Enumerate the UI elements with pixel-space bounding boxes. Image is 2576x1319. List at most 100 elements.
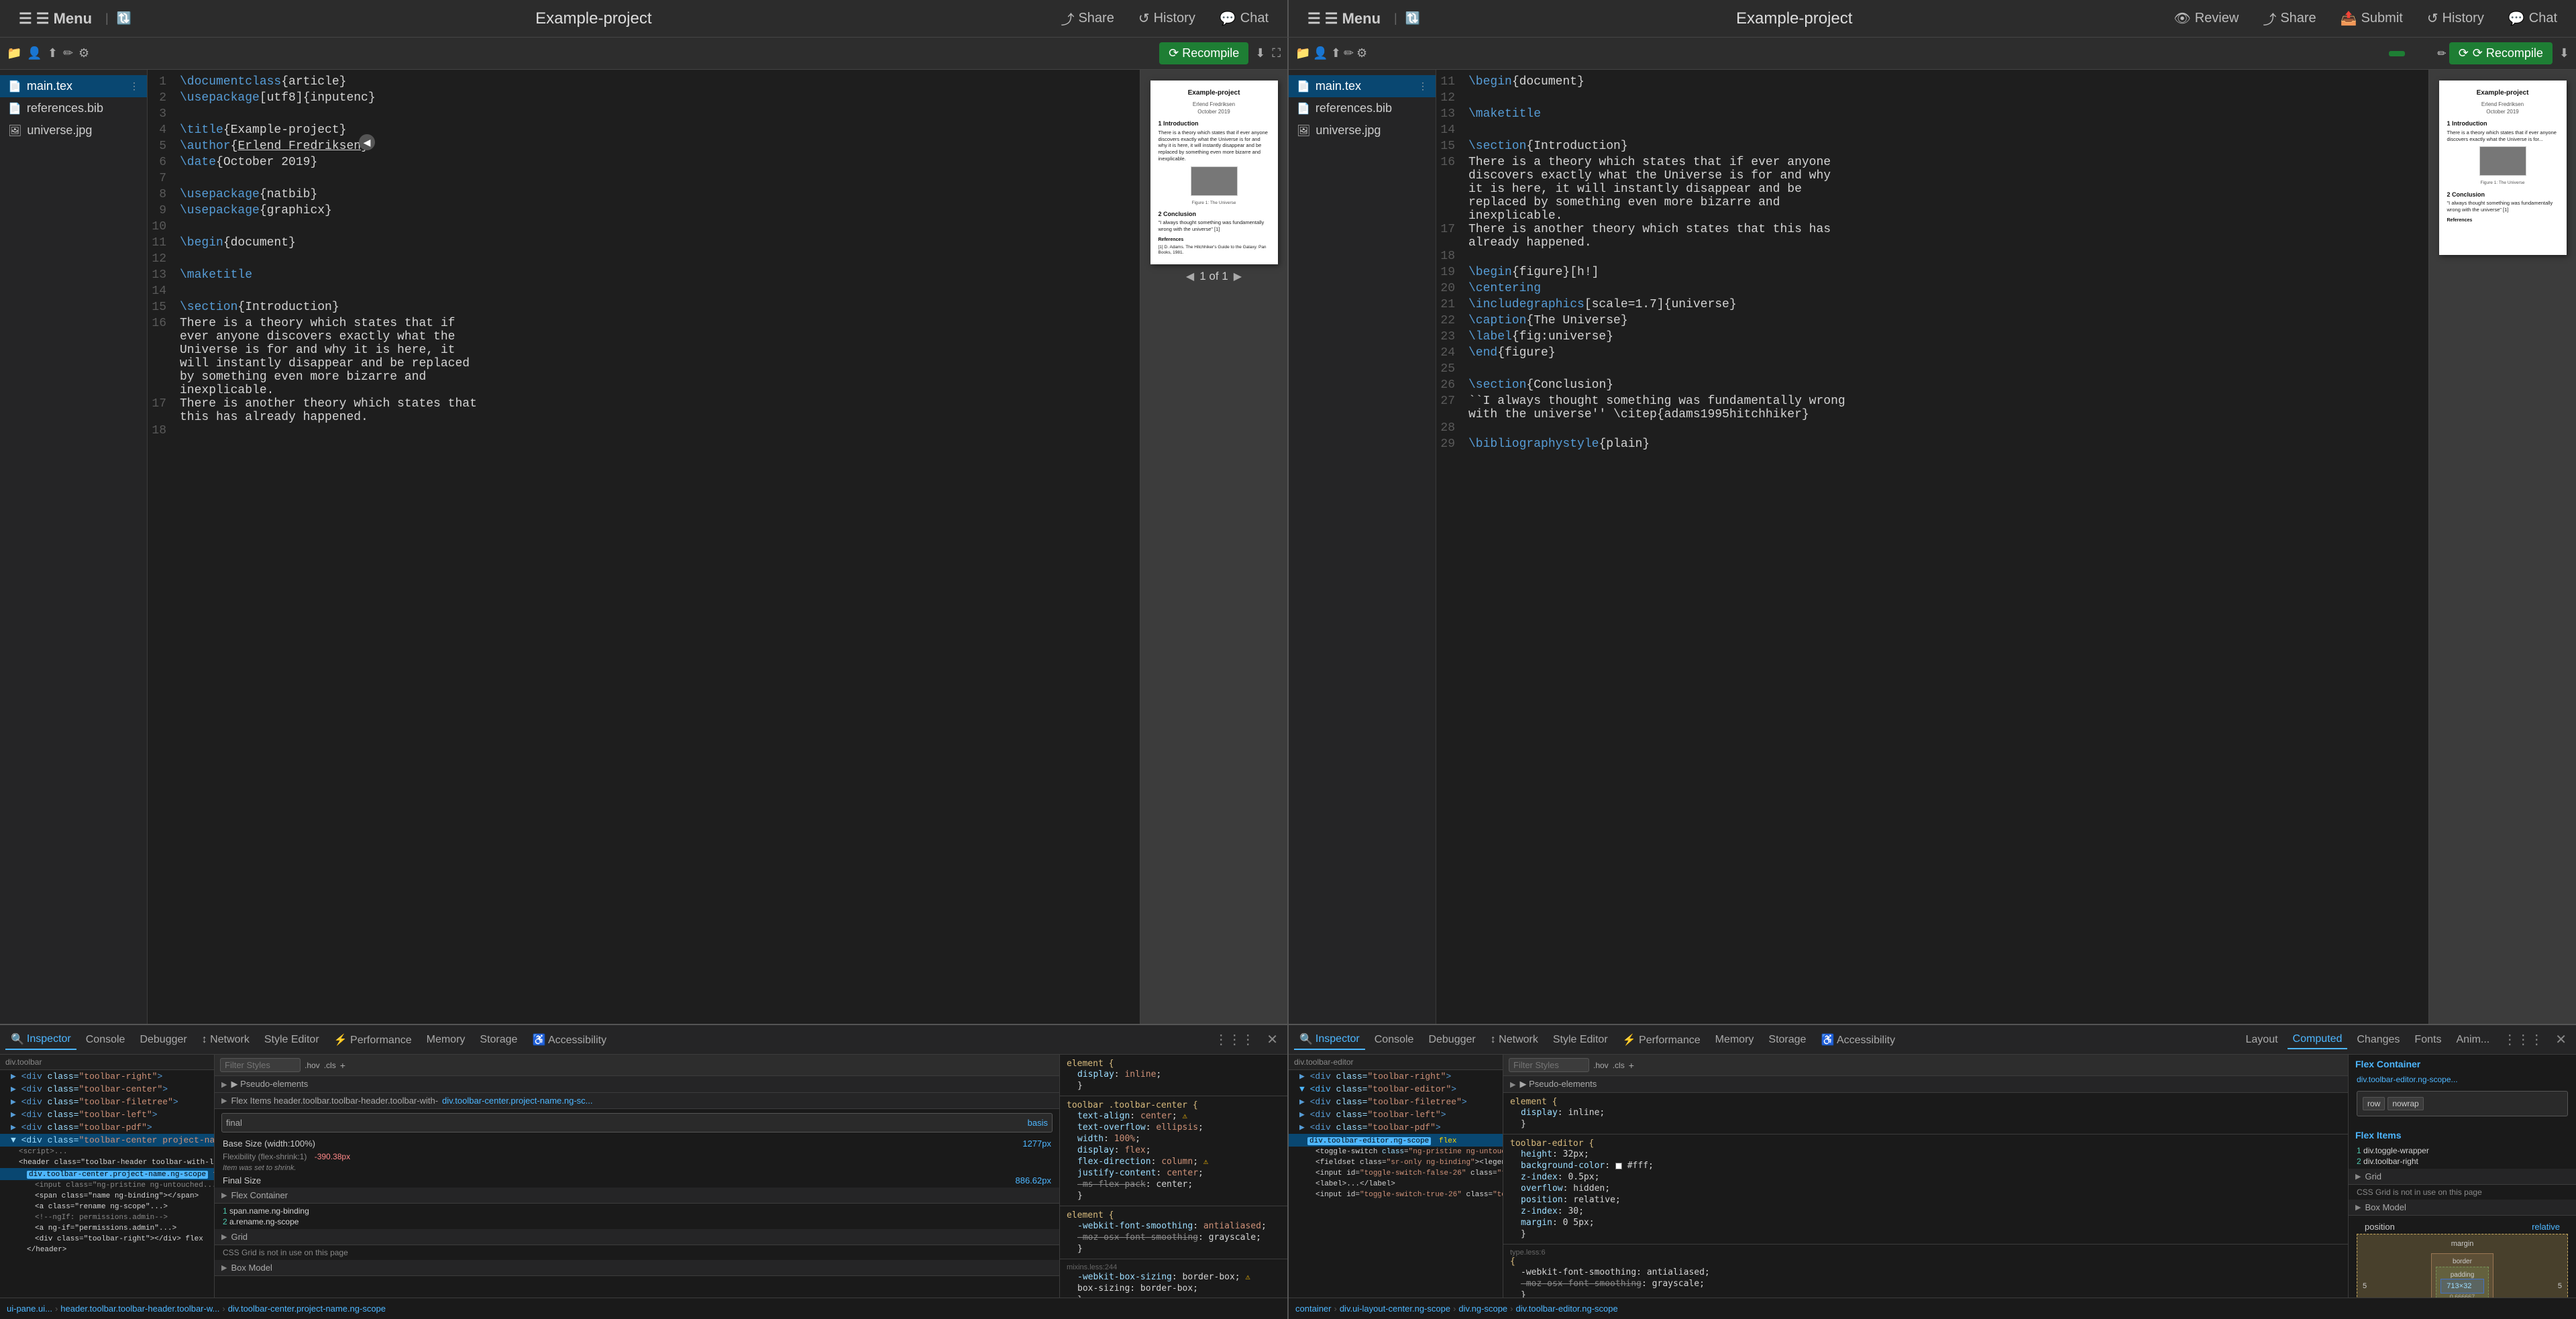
bc-item-3-right[interactable]: div.ng-scope	[1458, 1304, 1507, 1314]
dt-tab-memory-right[interactable]: Memory	[1710, 1031, 1760, 1049]
dt-tab-styleeditor-left[interactable]: Style Editor	[259, 1031, 325, 1049]
dom-item-toggle-switch[interactable]: <toggle-switch class="ng-pristine ng-unt…	[1289, 1147, 1503, 1157]
file-options-maintex[interactable]: ⋮	[129, 81, 139, 92]
pdf-prev-button[interactable]: ◀	[1186, 270, 1194, 283]
dom-item-toolbar-right[interactable]: ▶ <div class="toolbar-right">	[0, 1070, 214, 1083]
flex-items-link-left[interactable]: div.toolbar-center.project-name.ng-sc...	[442, 1096, 592, 1106]
dom-item-a-rename[interactable]: <a class="rename ng-scope"...>	[0, 1202, 214, 1212]
settings-icon-right[interactable]: ⚙	[1356, 46, 1367, 60]
submit-button[interactable]: 📤 Submit	[2335, 7, 2408, 30]
dom-item-label-source[interactable]: <label>...</label>	[1289, 1179, 1503, 1190]
dom-item-toolbar-center[interactable]: ▶ <div class="toolbar-center">	[0, 1083, 214, 1096]
dom-item-rt-toolbar-editor[interactable]: ▼ <div class="toolbar-editor">	[1289, 1083, 1503, 1096]
bc-item-2-left[interactable]: header.toolbar.toolbar-header.toolbar-w.…	[60, 1304, 219, 1314]
history-button-left[interactable]: ↺ History	[1133, 7, 1201, 30]
pseudo-elements-header-left[interactable]: ▶ ▶ Pseudo-elements	[215, 1076, 1059, 1093]
dom-item-selected-left[interactable]: ▼ <div class="toolbar-center project-nam…	[0, 1134, 214, 1147]
dt-tab-changes-right[interactable]: Changes	[2351, 1031, 2405, 1049]
filter-plus-left[interactable]: +	[340, 1060, 345, 1071]
file-item-bib-right[interactable]: 📄 references.bib	[1289, 97, 1436, 119]
folder-icon-right[interactable]: 📁	[1295, 46, 1310, 60]
dt-tab-anim-right[interactable]: Anim...	[2451, 1031, 2495, 1049]
dom-item-toolbar-center-selected[interactable]: div.toolbar-center.project-name.ng-scope…	[0, 1168, 214, 1180]
file-item-maintex-right[interactable]: 📄 main.tex ⋮	[1289, 75, 1436, 97]
file-options-maintex-right[interactable]: ⋮	[1418, 81, 1428, 92]
dt-tab-storage-left[interactable]: Storage	[474, 1031, 523, 1049]
dom-item-toolbar-filetree[interactable]: ▶ <div class="toolbar-filetree">	[0, 1096, 214, 1108]
dt-tab-styleeditor-right[interactable]: Style Editor	[1548, 1031, 1613, 1049]
user-icon-left[interactable]: 👤	[27, 46, 42, 60]
dt-tab-inspector-right[interactable]: 🔍 Inspector	[1294, 1030, 1365, 1050]
dom-item-rt-toolbar-pdf[interactable]: ▶ <div class="toolbar-pdf">	[1289, 1121, 1503, 1134]
upload-icon-left[interactable]: ⬆	[48, 46, 58, 60]
code-editor-right[interactable]: 11\begin{document} 12 13\maketitle 14 15…	[1436, 70, 2428, 1024]
box-model-rt[interactable]: ▶ Box Model	[2349, 1200, 2576, 1216]
dt-tab-accessibility-right[interactable]: ♿ Accessibility	[1815, 1031, 1900, 1049]
bc-item-1-right[interactable]: container	[1295, 1304, 1331, 1314]
bc-item-3-left[interactable]: div.toolbar-center.project-name.ng-scope	[228, 1304, 386, 1314]
dt-tab-network-right[interactable]: ↕ Network	[1485, 1031, 1544, 1049]
tab-source[interactable]	[2389, 51, 2405, 56]
dt-tab-performance-left[interactable]: ⚡ Performance	[329, 1031, 417, 1049]
dom-item-ngif[interactable]: <!--ngIf: permissions.admin-->	[0, 1212, 214, 1223]
share-button-right[interactable]: ⤴ Share	[2257, 6, 2321, 31]
dom-item-input-true[interactable]: <input id="toggle-switch-true-26" class=…	[1289, 1190, 1503, 1200]
history-button-right[interactable]: ↺ History	[2422, 7, 2489, 30]
dom-item-div-right[interactable]: <div class="toolbar-right"></div> flex	[0, 1234, 214, 1245]
dom-item-header-close[interactable]: </header>	[0, 1245, 214, 1255]
pencil-icon-right2[interactable]: ✏	[2437, 47, 2446, 60]
menu-button-right[interactable]: ☰ ☰ Menu	[1302, 7, 1386, 30]
dt-tab-layout-right[interactable]: Layout	[2241, 1031, 2284, 1049]
menu-button-left[interactable]: ☰ ☰ Menu	[13, 7, 97, 30]
flex-items-header-left[interactable]: ▶ Flex Items header.toolbar.toolbar-head…	[215, 1093, 1059, 1109]
filter-hov-left[interactable]: .hov	[305, 1061, 320, 1070]
settings-icon-left[interactable]: ⚙	[78, 46, 89, 60]
dt-tab-console-left[interactable]: Console	[80, 1031, 131, 1049]
bc-item-4-right[interactable]: div.toolbar-editor.ng-scope	[1516, 1304, 1618, 1314]
dt-dots-right[interactable]: ⋮⋮⋮	[2499, 1030, 2547, 1049]
user-icon-right[interactable]: 👤	[1313, 46, 1328, 60]
chat-button-left[interactable]: 💬 Chat	[1214, 7, 1274, 30]
dt-tab-debugger-right[interactable]: Debugger	[1423, 1031, 1481, 1049]
box-model-section-left[interactable]: ▶ Box Model	[215, 1260, 1059, 1276]
pencil-icon-left[interactable]: ✏	[63, 46, 73, 60]
dom-item-rt-selected[interactable]: div.toolbar-editor.ng-scope flex	[1289, 1134, 1503, 1147]
dt-tab-performance-right[interactable]: ⚡ Performance	[1617, 1031, 1706, 1049]
dom-item-toolbar-left[interactable]: ▶ <div class="toolbar-left">	[0, 1108, 214, 1121]
download-icon-left[interactable]: ⬇	[1255, 46, 1265, 60]
pseudo-elements-header-right[interactable]: ▶ ▶ Pseudo-elements	[1503, 1076, 2348, 1093]
tab-richtext[interactable]	[2408, 51, 2424, 56]
dt-tab-inspector-left[interactable]: 🔍 Inspector	[5, 1030, 76, 1050]
dom-item-input[interactable]: <input class="ng-pristine ng-untouched..…	[0, 1180, 214, 1191]
flex-container-section-left[interactable]: ▶ Flex Container	[215, 1188, 1059, 1204]
dt-tab-computed-right[interactable]: Computed	[2288, 1031, 2348, 1049]
dt-close-left[interactable]: ✕	[1263, 1030, 1282, 1049]
dom-item-a-ngif[interactable]: <a ng-if="permissions.admin"...>	[0, 1223, 214, 1234]
dt-tab-memory-left[interactable]: Memory	[421, 1031, 471, 1049]
grid-section-left[interactable]: ▶ Grid	[215, 1229, 1059, 1245]
dom-item-legend[interactable]: <fieldset class="sr-only ng-binding"><le…	[1289, 1157, 1503, 1168]
dt-tab-storage-right[interactable]: Storage	[1763, 1031, 1811, 1049]
review-button[interactable]: 👁 Review	[2168, 7, 2244, 30]
row-option[interactable]: row	[2363, 1097, 2385, 1110]
dom-item-toolbar-pdf[interactable]: ▶ <div class="toolbar-pdf">	[0, 1121, 214, 1134]
dt-tab-network-left[interactable]: ↕ Network	[197, 1031, 255, 1049]
pencil-icon-right[interactable]: ✏	[1344, 46, 1354, 60]
filter-hov-right[interactable]: .hov	[1593, 1061, 1609, 1070]
file-item-bib[interactable]: 📄 references.bib	[0, 97, 147, 119]
filter-input-left[interactable]	[220, 1058, 301, 1072]
dt-tab-console-right[interactable]: Console	[1369, 1031, 1419, 1049]
dt-tab-debugger-left[interactable]: Debugger	[134, 1031, 192, 1049]
folder-icon-left[interactable]: 📁	[7, 46, 21, 60]
dom-item-input-false[interactable]: <input id="toggle-switch-false-26" class…	[1289, 1168, 1503, 1179]
filter-input-right[interactable]	[1509, 1058, 1589, 1072]
filter-cls-left[interactable]: .cls	[324, 1061, 336, 1070]
dom-item-header[interactable]: <header class="toolbar-header toolbar-wi…	[0, 1157, 214, 1168]
bc-item-2-right[interactable]: div.ui-layout-center.ng-scope	[1340, 1304, 1450, 1314]
dom-item-rt-toolbar-filetree[interactable]: ▶ <div class="toolbar-filetree">	[1289, 1096, 1503, 1108]
dom-item-span-name[interactable]: <span class="name ng-binding"></span>	[0, 1191, 214, 1202]
file-item-maintex[interactable]: 📄 main.tex ⋮	[0, 75, 147, 97]
nowrap-option[interactable]: nowrap	[2387, 1097, 2423, 1110]
download-icon-right[interactable]: ⬇	[2559, 46, 2569, 60]
recompile-button-right[interactable]: ⟳ ⟳ Recompile	[2449, 42, 2553, 64]
